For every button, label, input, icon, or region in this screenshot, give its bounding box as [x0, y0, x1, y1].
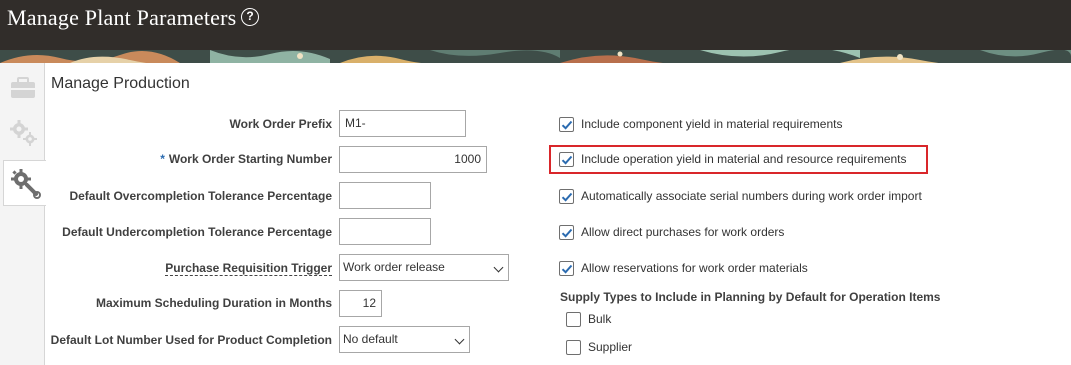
- rail-tab-toolbox[interactable]: [3, 69, 45, 113]
- page-title: Manage Plant Parameters: [7, 5, 237, 30]
- work-order-starting-number-label: * Work Order Starting Number: [160, 152, 332, 166]
- side-tab-rail: [0, 63, 46, 365]
- help-icon[interactable]: ?: [241, 8, 259, 26]
- checkmark-icon: [561, 155, 573, 165]
- chevron-down-icon: [493, 262, 504, 273]
- checkmark-icon: [561, 228, 573, 238]
- gears-icon: [3, 120, 43, 157]
- work-order-prefix-input[interactable]: M1-: [339, 110, 466, 137]
- checkbox[interactable]: [559, 225, 574, 240]
- work-order-starting-number-label-text: Work Order Starting Number: [168, 152, 332, 166]
- undercompletion-label: Default Undercompletion Tolerance Percen…: [62, 225, 332, 239]
- required-mark: *: [160, 152, 165, 166]
- gear-wrench-icon: [4, 169, 44, 205]
- checkbox[interactable]: [566, 312, 581, 327]
- purchase-requisition-trigger-select[interactable]: Work order release: [339, 254, 509, 281]
- default-lot-number-label: Default Lot Number Used for Product Comp…: [50, 333, 332, 347]
- work-order-starting-number-input[interactable]: 1000: [339, 146, 487, 173]
- default-lot-number-select[interactable]: No default: [339, 326, 470, 353]
- section-title: Manage Production: [51, 75, 190, 92]
- overcompletion-label: Default Overcompletion Tolerance Percent…: [69, 189, 332, 203]
- checkmark-icon: [561, 120, 573, 130]
- purchase-requisition-trigger-label: Purchase Requisition Trigger: [165, 261, 332, 276]
- option-label: Include component yield in material requ…: [581, 117, 843, 131]
- supply-types-title: Supply Types to Include in Planning by D…: [560, 290, 941, 304]
- option-label: Include operation yield in material and …: [581, 152, 907, 166]
- checkmark-icon: [561, 264, 573, 274]
- option-label: Allow reservations for work order materi…: [581, 261, 808, 275]
- supply-type-label: Bulk: [588, 312, 612, 326]
- checkbox[interactable]: [566, 340, 581, 355]
- max-scheduling-duration-label: Maximum Scheduling Duration in Months: [95, 296, 332, 310]
- option-label: Automatically associate serial numbers d…: [581, 189, 922, 203]
- supply-type-label: Supplier: [588, 340, 633, 354]
- checkbox[interactable]: [559, 189, 574, 204]
- checkmark-icon: [561, 192, 573, 202]
- option-label: Allow direct purchases for work orders: [581, 225, 785, 239]
- toolbox-icon: [3, 77, 43, 113]
- rail-tab-gears[interactable]: [3, 113, 45, 157]
- chevron-down-icon: [454, 334, 465, 345]
- checkbox[interactable]: [559, 261, 574, 276]
- overcompletion-input[interactable]: [339, 182, 431, 209]
- decorative-banner: [0, 50, 1071, 63]
- checkbox[interactable]: [559, 152, 574, 167]
- checkbox[interactable]: [559, 117, 574, 132]
- undercompletion-input[interactable]: [339, 218, 431, 245]
- purchase-requisition-trigger-value: Work order release: [343, 260, 445, 274]
- work-order-prefix-label: Work Order Prefix: [229, 117, 332, 131]
- default-lot-number-value: No default: [343, 332, 398, 346]
- max-scheduling-duration-input[interactable]: 12: [339, 290, 382, 317]
- rail-tab-gear-wrench[interactable]: [3, 160, 46, 206]
- page-header: Manage Plant Parameters ?: [0, 0, 1071, 50]
